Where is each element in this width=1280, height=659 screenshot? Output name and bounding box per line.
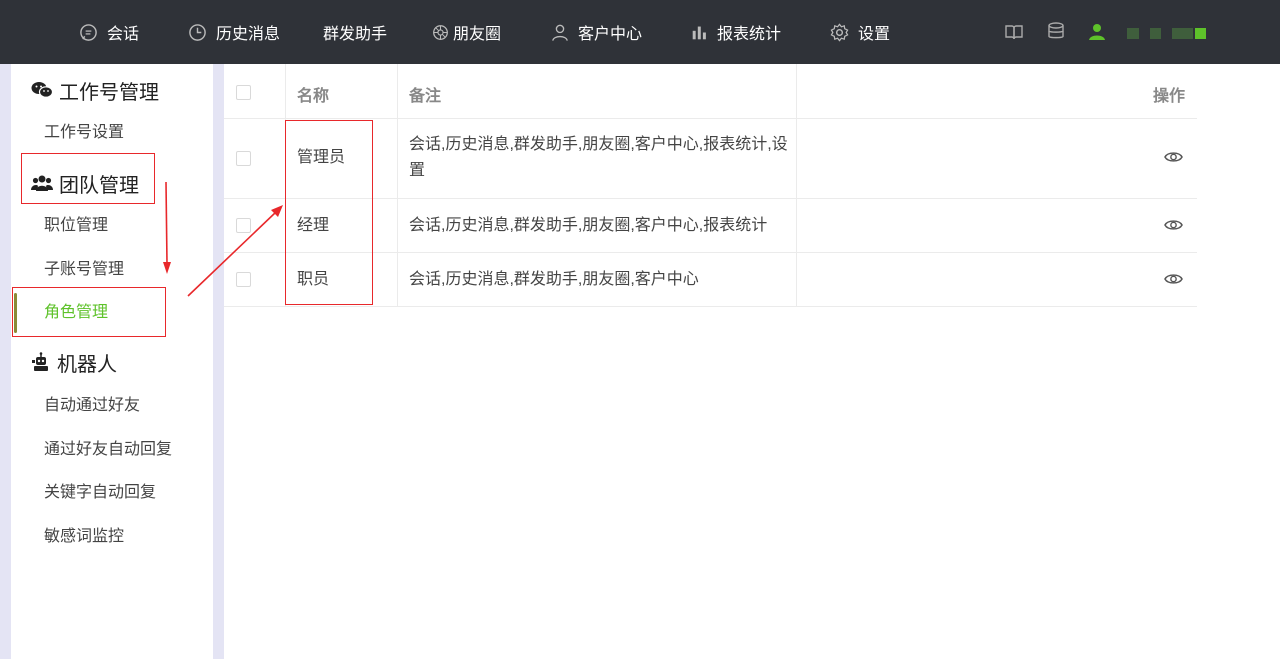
table-header-row: 名称 备注 操作 [224, 64, 1197, 119]
user-online-icon[interactable] [1087, 22, 1107, 42]
checkbox-cell [224, 199, 286, 252]
nav-item-reports[interactable]: 报表统计 [691, 0, 781, 64]
gear-icon [830, 22, 849, 42]
sidebar-item-sub-accounts[interactable]: 子账号管理 [44, 258, 124, 282]
nav-item-moments[interactable]: 朋友圈 [432, 0, 501, 64]
bar-chart-icon [692, 26, 706, 39]
remark-cell: 会话,历史消息,群发助手,朋友圈,客户中心,报表统计,设 置 [398, 119, 797, 198]
role-remark: 会话,历史消息,群发助手,朋友圈,客户中心 [409, 271, 699, 288]
select-all-checkbox[interactable] [236, 85, 251, 100]
sidebar-divider-strip [213, 64, 224, 659]
book-icon[interactable] [1004, 22, 1024, 42]
status-indicator [1172, 28, 1193, 39]
remark-cell: 会话,历史消息,群发助手,朋友圈,客户中心 [398, 253, 797, 306]
nav-item-history[interactable]: 历史消息 [188, 0, 280, 64]
column-header-remark[interactable]: 备注 [409, 82, 441, 106]
header-cell: 名称 [286, 64, 398, 118]
view-eye-icon[interactable] [1164, 272, 1183, 286]
nav-label: 客户中心 [578, 26, 643, 43]
row-checkbox[interactable] [236, 218, 251, 233]
sidebar-item-friend-auto-reply[interactable]: 通过好友自动回复 [44, 438, 172, 462]
clock-icon [189, 23, 206, 41]
column-header-name[interactable]: 名称 [297, 82, 329, 106]
checkbox-cell [224, 253, 286, 306]
sidebar-item-positions[interactable]: 职位管理 [44, 214, 108, 238]
status-indicator [1150, 28, 1161, 39]
remark-cell: 会话,历史消息,群发助手,朋友圈,客户中心,报表统计 [398, 199, 797, 252]
role-remark-line: 会话,历史消息,群发助手,朋友圈,客户中心,报表统计,设 [409, 136, 788, 153]
status-indicator [1127, 28, 1139, 39]
database-icon[interactable] [1046, 21, 1066, 41]
role-remark: 会话,历史消息,群发助手,朋友圈,客户中心,报表统计,设 置 [409, 132, 789, 184]
nav-item-mass-send[interactable]: 群发助手 [323, 0, 387, 64]
nav-label: 会话 [107, 26, 140, 43]
aperture-icon [433, 24, 448, 40]
sidebar-group-robot[interactable]: 机器人 [31, 347, 117, 377]
nav-item-chat[interactable]: 会话 [79, 0, 139, 64]
nav-label: 设置 [858, 26, 891, 43]
user-icon [552, 24, 568, 41]
role-remark: 会话,历史消息,群发助手,朋友圈,客户中心,报表统计 [409, 217, 768, 234]
header-cell: 备注 [398, 64, 797, 118]
checkbox-cell [224, 119, 286, 198]
sidebar-item-keyword-auto-reply[interactable]: 关键字自动回复 [44, 481, 156, 505]
nav-label: 群发助手 [323, 26, 388, 43]
wechat-icon [31, 82, 53, 98]
status-indicator [1195, 28, 1206, 39]
header-checkbox-cell [224, 64, 286, 118]
sidebar-group-title: 工作号管理 [59, 81, 159, 104]
view-eye-icon[interactable] [1164, 218, 1183, 232]
robot-icon [32, 352, 48, 371]
annotation-box-team [21, 153, 155, 204]
action-cell [797, 253, 1197, 306]
header-cell: 操作 [797, 64, 1197, 118]
nav-label: 历史消息 [216, 26, 281, 43]
column-header-action: 操作 [1152, 88, 1185, 105]
top-navigation-bar: 会话 历史消息 群发助手 朋友圈 客户中心 报表统计 设置 [0, 0, 1280, 64]
row-checkbox[interactable] [236, 151, 251, 166]
nav-label: 报表统计 [717, 26, 782, 43]
annotation-box-role-names [285, 120, 373, 305]
action-cell [797, 199, 1197, 252]
nav-item-settings[interactable]: 设置 [830, 0, 890, 64]
row-checkbox[interactable] [236, 272, 251, 287]
sidebar-item-sensitive-word-monitor[interactable]: 敏感词监控 [44, 525, 124, 549]
chat-icon [80, 23, 97, 41]
view-eye-icon[interactable] [1164, 150, 1183, 164]
nav-item-customer-center[interactable]: 客户中心 [551, 0, 642, 64]
sidebar-group-title: 机器人 [57, 353, 117, 376]
sidebar-group-work-account[interactable]: 工作号管理 [31, 75, 159, 105]
sidebar-item-work-account-settings[interactable]: 工作号设置 [44, 121, 124, 145]
role-remark-line: 置 [409, 162, 426, 179]
left-edge-strip [0, 64, 11, 659]
annotation-box-roles [12, 287, 166, 337]
action-cell [797, 119, 1197, 198]
nav-label: 朋友圈 [453, 26, 502, 43]
sidebar-item-auto-accept-friends[interactable]: 自动通过好友 [44, 394, 140, 418]
